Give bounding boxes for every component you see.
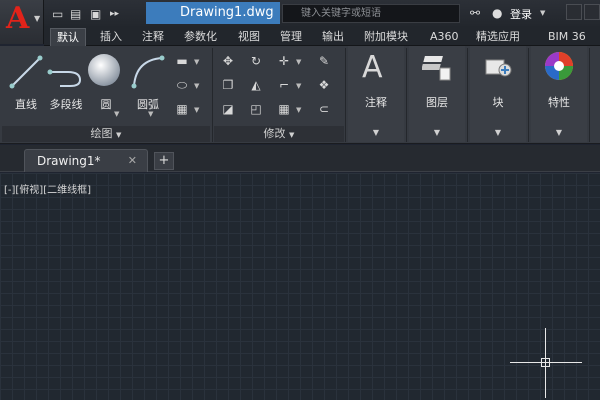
search-input[interactable]: 键入关键字或短语 [282, 4, 460, 23]
erase-icon[interactable]: ✎ [316, 54, 332, 68]
layers-icon [422, 56, 451, 81]
trim-icon[interactable]: ✛ [276, 54, 292, 68]
chevron-down-icon: ▼ [116, 131, 122, 139]
circle-icon [88, 54, 120, 86]
chevron-down-icon[interactable]: ▼ [114, 110, 119, 118]
close-icon[interactable]: ✕ [128, 154, 137, 167]
block-label: 块 [492, 96, 504, 109]
new-tab-button[interactable]: + [154, 152, 174, 170]
chevron-down-icon[interactable]: ▼ [540, 9, 545, 17]
tab-parametric[interactable]: 参数化 [178, 28, 223, 46]
array-icon[interactable]: ▦ [276, 102, 292, 116]
autocad-logo-icon: A [6, 1, 30, 36]
chevron-down-icon: ▼ [289, 131, 295, 139]
chevron-down-icon[interactable]: ▼ [194, 58, 199, 66]
line-tool-label: 直线 [15, 98, 37, 111]
chevron-down-icon[interactable]: ▼ [296, 106, 301, 114]
annotation-icon: A [362, 50, 383, 85]
block-icon [485, 59, 512, 77]
draw-panel-title[interactable]: 绘图 ▼ [2, 126, 210, 142]
rotate-icon[interactable]: ↻ [248, 54, 264, 68]
viewport-controls[interactable]: [-][俯视][二维线框] [4, 181, 91, 196]
copy-icon[interactable]: ❐ [220, 78, 236, 92]
chevron-down-icon[interactable]: ▼ [194, 106, 199, 114]
chevron-down-icon[interactable]: ▼ [148, 110, 153, 118]
tab-default[interactable]: 默认 [50, 28, 86, 46]
explode-icon[interactable]: ❖ [316, 78, 332, 92]
document-title: Drawing1.dwg [146, 2, 280, 24]
close-button[interactable] [584, 4, 600, 20]
offset-icon[interactable]: ⊂ [316, 102, 332, 116]
rectangle-icon[interactable]: ▬ [174, 54, 190, 68]
panel-divider [528, 48, 529, 142]
panel-divider [212, 48, 213, 142]
move-icon[interactable]: ✥ [220, 54, 236, 68]
panel-divider [467, 48, 468, 142]
tab-manage[interactable]: 管理 [274, 28, 308, 46]
save-icon[interactable]: ▣ [90, 7, 101, 21]
new-icon[interactable]: ▭ [52, 7, 63, 21]
properties-label: 特性 [548, 96, 570, 109]
binoculars-icon[interactable]: ⚯ [470, 6, 480, 20]
block-section[interactable]: 块 ▼ [470, 46, 526, 142]
panel-divider [589, 48, 590, 142]
tab-featured-apps[interactable]: 精选应用 [470, 28, 526, 46]
ribbon: 直线 多段线 圆 ▼ 圆弧 ▼ ▬ ▼ ⬭ ▼ ▦ ▼ ✥ ↻ ✛ ▼ ✎ ❐ … [0, 46, 600, 144]
polyline-tool-label: 多段线 [49, 98, 83, 111]
user-icon: ● [492, 6, 503, 20]
chevron-down-icon: ▼ [494, 128, 502, 137]
tab-a360[interactable]: A360 [424, 28, 465, 46]
properties-icon [545, 52, 573, 80]
document-tab[interactable]: Drawing1* ✕ [24, 149, 148, 172]
scale-icon[interactable]: ◰ [248, 102, 264, 116]
annotation-label: 注释 [365, 96, 387, 109]
open-icon[interactable]: ▤ [70, 7, 81, 21]
panel-divider [406, 48, 407, 142]
hatch-icon[interactable]: ▦ [174, 102, 190, 116]
chevron-down-icon[interactable]: ▼ [296, 82, 301, 90]
chevron-down-icon[interactable]: ▼ [296, 58, 301, 66]
chevron-down-icon: ▼ [372, 128, 380, 137]
document-tab-bar: Drawing1* ✕ + [0, 145, 600, 172]
line-icon [9, 55, 43, 89]
plus-icon: + [158, 153, 170, 168]
tab-output[interactable]: 输出 [316, 28, 350, 46]
ellipse-icon[interactable]: ⬭ [174, 78, 190, 92]
panel-divider [345, 48, 346, 142]
layers-section[interactable]: 图层 ▼ [409, 46, 465, 142]
drawing-canvas[interactable]: [-][俯视][二维线框] [0, 173, 600, 400]
tab-addins[interactable]: 附加模块 [358, 28, 414, 46]
login-button[interactable]: 登录 [510, 6, 532, 22]
annotation-section[interactable]: A 注释 ▼ [348, 46, 404, 142]
tab-annotate[interactable]: 注释 [136, 28, 170, 46]
more-icon[interactable]: ▸▸ [110, 9, 119, 19]
fillet-icon[interactable]: ⌐ [276, 78, 292, 92]
tab-insert[interactable]: 插入 [94, 28, 128, 46]
chevron-down-icon: ▼ [555, 128, 563, 137]
properties-section[interactable]: 特性 ▼ [531, 46, 587, 142]
layers-label: 图层 [426, 96, 448, 109]
draw-panel-title-label: 绘图 [90, 127, 113, 140]
circle-tool-label: 圆 [100, 98, 112, 111]
modify-panel-title-label: 修改 [263, 127, 286, 140]
tab-view[interactable]: 视图 [232, 28, 266, 46]
chevron-down-icon[interactable]: ▼ [194, 82, 199, 90]
ribbon-tabs: 默认 插入 注释 参数化 视图 管理 输出 附加模块 A360 精选应用 BIM… [44, 28, 600, 46]
modify-panel-title[interactable]: 修改 ▼ [214, 126, 344, 142]
chevron-down-icon: ▼ [34, 14, 41, 23]
minimize-button[interactable] [566, 4, 582, 20]
application-menu-button[interactable]: A ▼ [0, 0, 44, 44]
tab-bim360[interactable]: BIM 36 [542, 28, 592, 46]
stretch-icon[interactable]: ◪ [220, 102, 236, 116]
arc-icon [131, 55, 165, 89]
mirror-icon[interactable]: ◭ [248, 78, 264, 92]
title-bar: A ▼ ▭ ▤ ▣ ▸▸ Drawing1.dwg 键入关键字或短语 ⚯ ● 登… [0, 0, 600, 44]
crosshair-pickbox [541, 358, 550, 367]
document-tab-label: Drawing1* [37, 154, 101, 168]
polyline-icon [47, 69, 82, 87]
chevron-down-icon: ▼ [433, 128, 441, 137]
